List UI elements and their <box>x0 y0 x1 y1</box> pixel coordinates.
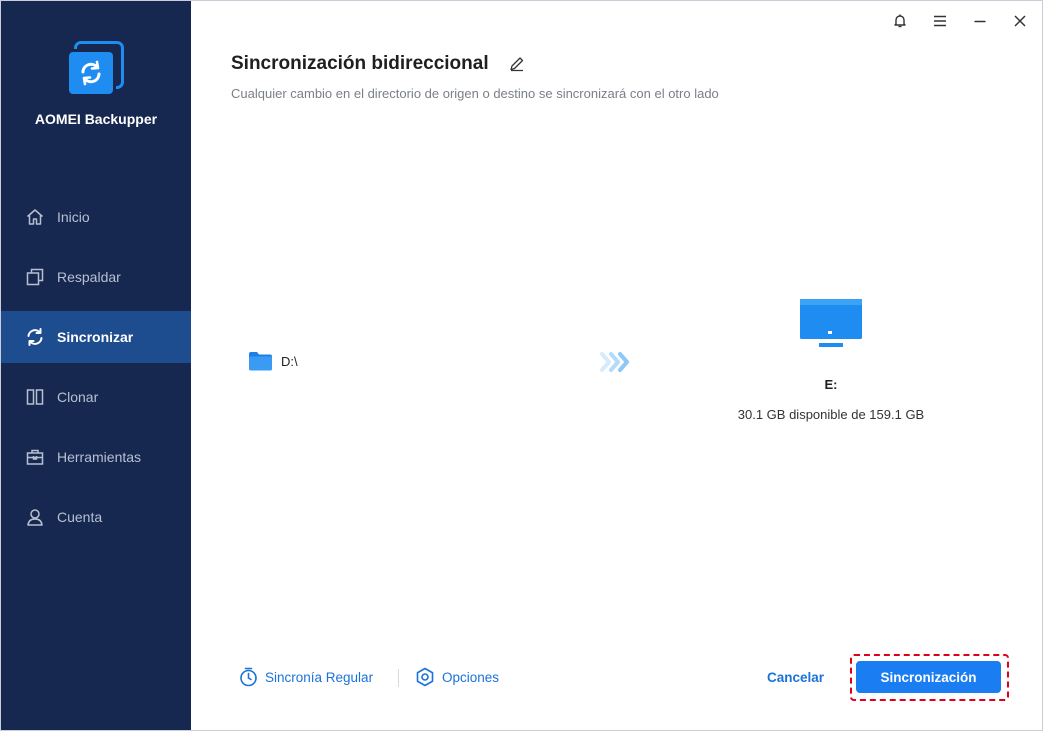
edit-icon[interactable] <box>508 55 526 73</box>
app-window: AOMEI Backupper Inicio Respaldar Sincron… <box>0 0 1043 731</box>
sidebar-item-cuenta[interactable]: Cuenta <box>1 491 191 543</box>
menu-icon[interactable] <box>927 9 953 33</box>
source-label: D:\ <box>281 353 298 369</box>
options-label: Opciones <box>442 669 500 685</box>
sidebar-nav: Inicio Respaldar Sincronizar Clonar Herr… <box>1 191 191 551</box>
toolbox-icon <box>25 447 45 467</box>
user-icon <box>25 507 45 527</box>
cancel-button[interactable]: Cancelar <box>767 670 824 685</box>
sidebar-item-label: Clonar <box>57 389 99 405</box>
sync-direction-arrows-icon <box>599 351 633 378</box>
sidebar-item-respaldar[interactable]: Respaldar <box>1 251 191 303</box>
brand-name: AOMEI Backupper <box>34 111 158 127</box>
settings-hexagon-icon <box>415 667 435 687</box>
sidebar-item-label: Cuenta <box>57 509 103 525</box>
home-icon <box>25 207 45 227</box>
backup-icon <box>25 267 45 287</box>
sidebar-item-label: Herramientas <box>57 449 142 465</box>
start-sync-button[interactable]: Sincronización <box>856 661 1001 693</box>
destination-space: 30.1 GB disponible de 159.1 GB <box>737 407 925 422</box>
sidebar-item-label: Respaldar <box>57 269 121 285</box>
sidebar-item-inicio[interactable]: Inicio <box>1 191 191 243</box>
sidebar: AOMEI Backupper Inicio Respaldar Sincron… <box>1 1 191 730</box>
clone-icon <box>25 387 45 407</box>
bell-icon[interactable] <box>887 9 913 33</box>
page-title: Sincronización bidireccional <box>231 53 489 74</box>
sidebar-item-label: Inicio <box>57 209 90 225</box>
folder-icon <box>248 350 273 372</box>
schedule-sync-link[interactable]: Sincronía Regular <box>239 667 373 687</box>
destination-name: E: <box>824 377 838 392</box>
sidebar-item-herramientas[interactable]: Herramientas <box>1 431 191 483</box>
page-subtitle: Cualquier cambio en el directorio de ori… <box>231 86 719 101</box>
source-folder[interactable]: D:\ <box>248 350 298 372</box>
sidebar-item-clonar[interactable]: Clonar <box>1 371 191 423</box>
divider <box>398 669 399 687</box>
schedule-label: Sincronía Regular <box>265 669 374 685</box>
sidebar-item-sincronizar[interactable]: Sincronizar <box>1 311 191 363</box>
monitor-icon[interactable] <box>799 297 863 356</box>
sidebar-item-label: Sincronizar <box>57 329 134 345</box>
sync-icon <box>25 327 45 347</box>
options-link[interactable]: Opciones <box>415 667 499 687</box>
sync-logo-icon <box>81 60 101 86</box>
minimize-icon[interactable] <box>967 9 993 33</box>
app-logo <box>63 39 127 103</box>
timer-icon <box>239 667 258 687</box>
close-icon[interactable] <box>1007 9 1033 33</box>
